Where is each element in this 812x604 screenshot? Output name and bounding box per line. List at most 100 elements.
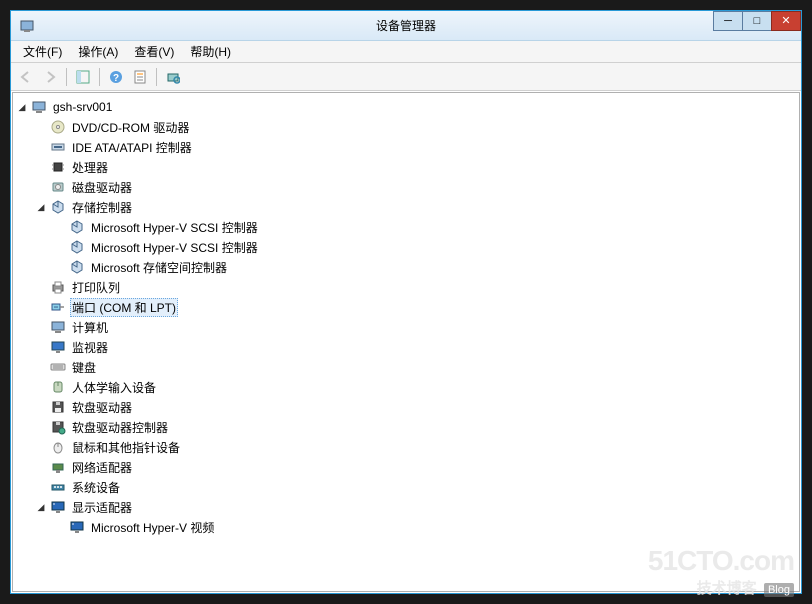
menu-action[interactable]: 操作(A) bbox=[70, 41, 126, 62]
floppyctrl-icon bbox=[50, 419, 66, 435]
tree-node[interactable]: ▷软盘驱动器 bbox=[34, 397, 797, 417]
minimize-button[interactable]: ─ bbox=[713, 11, 743, 31]
expander-spacer: ▷ bbox=[34, 180, 48, 194]
tree-node[interactable]: ◢ 存储控制器 bbox=[34, 197, 797, 217]
menu-file[interactable]: 文件(F) bbox=[15, 41, 70, 62]
expander-spacer: ▷ bbox=[34, 280, 48, 294]
network-icon bbox=[50, 459, 66, 475]
toolbar-separator bbox=[99, 68, 100, 86]
keyboard-icon bbox=[50, 359, 66, 375]
tree-node[interactable]: ▷ 软盘驱动器控制器 bbox=[34, 417, 797, 437]
window-controls: ─ □ ✕ bbox=[713, 11, 801, 31]
tree-node[interactable]: ▷端口 (COM 和 LPT) bbox=[34, 297, 797, 317]
mouse-icon bbox=[50, 439, 66, 455]
help-button[interactable]: ? bbox=[105, 66, 127, 88]
menubar: 文件(F) 操作(A) 查看(V) 帮助(H) bbox=[11, 41, 801, 63]
port-icon bbox=[50, 299, 66, 315]
printer-icon bbox=[50, 279, 66, 295]
forward-button bbox=[39, 66, 61, 88]
expander-spacer: ▷ bbox=[34, 340, 48, 354]
tree-node-label[interactable]: IDE ATA/ATAPI 控制器 bbox=[70, 138, 194, 157]
collapse-icon[interactable]: ◢ bbox=[34, 200, 48, 214]
tree-node[interactable]: ▷ Microsoft Hyper-V SCSI 控制器 bbox=[53, 237, 797, 257]
device-tree-panel[interactable]: ◢gsh-srv001▷DVD/CD-ROM 驱动器▷IDE ATA/ATAPI… bbox=[12, 92, 800, 592]
display-icon bbox=[50, 499, 66, 515]
storage-icon bbox=[69, 259, 85, 275]
tree-node[interactable]: ▷鼠标和其他指针设备 bbox=[34, 437, 797, 457]
tree-node-label[interactable]: 存储控制器 bbox=[70, 198, 134, 217]
menu-help[interactable]: 帮助(H) bbox=[182, 41, 239, 62]
toolbar: ? bbox=[11, 63, 801, 91]
tree-node-label[interactable]: 鼠标和其他指针设备 bbox=[70, 438, 182, 457]
expander-spacer: ▷ bbox=[53, 240, 67, 254]
tree-node-label[interactable]: 软盘驱动器控制器 bbox=[70, 418, 170, 437]
tree-node[interactable]: ▷DVD/CD-ROM 驱动器 bbox=[34, 117, 797, 137]
tree-node[interactable]: ▷键盘 bbox=[34, 357, 797, 377]
collapse-icon[interactable]: ◢ bbox=[15, 100, 29, 114]
ide-icon bbox=[50, 139, 66, 155]
device-manager-window: 设备管理器 ─ □ ✕ 文件(F) 操作(A) 查看(V) 帮助(H) ? bbox=[10, 10, 802, 594]
storage-icon bbox=[69, 239, 85, 255]
toolbar-separator bbox=[66, 68, 67, 86]
tree-node[interactable]: ▷ 监视器 bbox=[34, 337, 797, 357]
disk-icon bbox=[50, 179, 66, 195]
tree-node[interactable]: ▷ Microsoft Hyper-V 视频 bbox=[53, 517, 797, 537]
tree-node[interactable]: ▷ 打印队列 bbox=[34, 277, 797, 297]
menu-view[interactable]: 查看(V) bbox=[126, 41, 182, 62]
tree-node-label[interactable]: 监视器 bbox=[70, 338, 110, 357]
expander-spacer: ▷ bbox=[34, 460, 48, 474]
tree-node-label[interactable]: Microsoft Hyper-V SCSI 控制器 bbox=[89, 238, 260, 257]
expander-spacer: ▷ bbox=[53, 520, 67, 534]
tree-node-label[interactable]: 网络适配器 bbox=[70, 458, 134, 477]
tree-node[interactable]: ▷处理器 bbox=[34, 157, 797, 177]
tree-node-label[interactable]: 键盘 bbox=[70, 358, 98, 377]
tree-node-label[interactable]: Microsoft 存储空间控制器 bbox=[89, 258, 229, 277]
tree-node[interactable]: ◢ 显示适配器 bbox=[34, 497, 797, 517]
tree-node[interactable]: ▷ 系统设备 bbox=[34, 477, 797, 497]
scan-hardware-button[interactable] bbox=[162, 66, 184, 88]
tree-node-label[interactable]: DVD/CD-ROM 驱动器 bbox=[70, 118, 191, 137]
hid-icon bbox=[50, 379, 66, 395]
expander-spacer: ▷ bbox=[34, 380, 48, 394]
storage-icon bbox=[50, 199, 66, 215]
expander-spacer: ▷ bbox=[34, 420, 48, 434]
tree-node-label[interactable]: 软盘驱动器 bbox=[70, 398, 134, 417]
tree-node-label[interactable]: Microsoft Hyper-V SCSI 控制器 bbox=[89, 218, 260, 237]
properties-button[interactable] bbox=[129, 66, 151, 88]
tree-node[interactable]: ▷IDE ATA/ATAPI 控制器 bbox=[34, 137, 797, 157]
tree-node[interactable]: ▷ 人体学输入设备 bbox=[34, 377, 797, 397]
tree-node[interactable]: ▷ Microsoft Hyper-V SCSI 控制器 bbox=[53, 217, 797, 237]
tree-node[interactable]: ▷ 磁盘驱动器 bbox=[34, 177, 797, 197]
tree-root-label[interactable]: gsh-srv001 bbox=[51, 99, 114, 115]
storage-icon bbox=[69, 219, 85, 235]
cpu-icon bbox=[50, 159, 66, 175]
computer-icon bbox=[50, 319, 66, 335]
tree-node-label[interactable]: 显示适配器 bbox=[70, 498, 134, 517]
window-title: 设备管理器 bbox=[376, 17, 436, 34]
expander-spacer: ▷ bbox=[53, 220, 67, 234]
show-hide-console-tree-button[interactable] bbox=[72, 66, 94, 88]
close-button[interactable]: ✕ bbox=[771, 11, 801, 31]
tree-node-label[interactable]: 打印队列 bbox=[70, 278, 122, 297]
tree-root-node[interactable]: ◢ gsh-srv001 bbox=[15, 97, 797, 117]
tree-node-label[interactable]: 系统设备 bbox=[70, 478, 122, 497]
tree-node-label[interactable]: 人体学输入设备 bbox=[70, 378, 158, 397]
back-button bbox=[15, 66, 37, 88]
toolbar-separator bbox=[156, 68, 157, 86]
app-icon bbox=[19, 18, 35, 34]
display-icon bbox=[69, 519, 85, 535]
tree-node-label[interactable]: 处理器 bbox=[70, 158, 110, 177]
tree-node[interactable]: ▷ 计算机 bbox=[34, 317, 797, 337]
expander-spacer: ▷ bbox=[34, 320, 48, 334]
tree-node-label[interactable]: 端口 (COM 和 LPT) bbox=[70, 298, 178, 317]
maximize-button[interactable]: □ bbox=[742, 11, 772, 31]
tree-node[interactable]: ▷ 网络适配器 bbox=[34, 457, 797, 477]
expander-spacer: ▷ bbox=[34, 480, 48, 494]
tree-node-label[interactable]: Microsoft Hyper-V 视频 bbox=[89, 518, 216, 537]
collapse-icon[interactable]: ◢ bbox=[34, 500, 48, 514]
tree-node[interactable]: ▷Microsoft 存储空间控制器 bbox=[53, 257, 797, 277]
titlebar[interactable]: 设备管理器 ─ □ ✕ bbox=[11, 11, 801, 41]
tree-node-label[interactable]: 计算机 bbox=[70, 318, 110, 337]
tree-node-label[interactable]: 磁盘驱动器 bbox=[70, 178, 134, 197]
system-icon bbox=[50, 479, 66, 495]
